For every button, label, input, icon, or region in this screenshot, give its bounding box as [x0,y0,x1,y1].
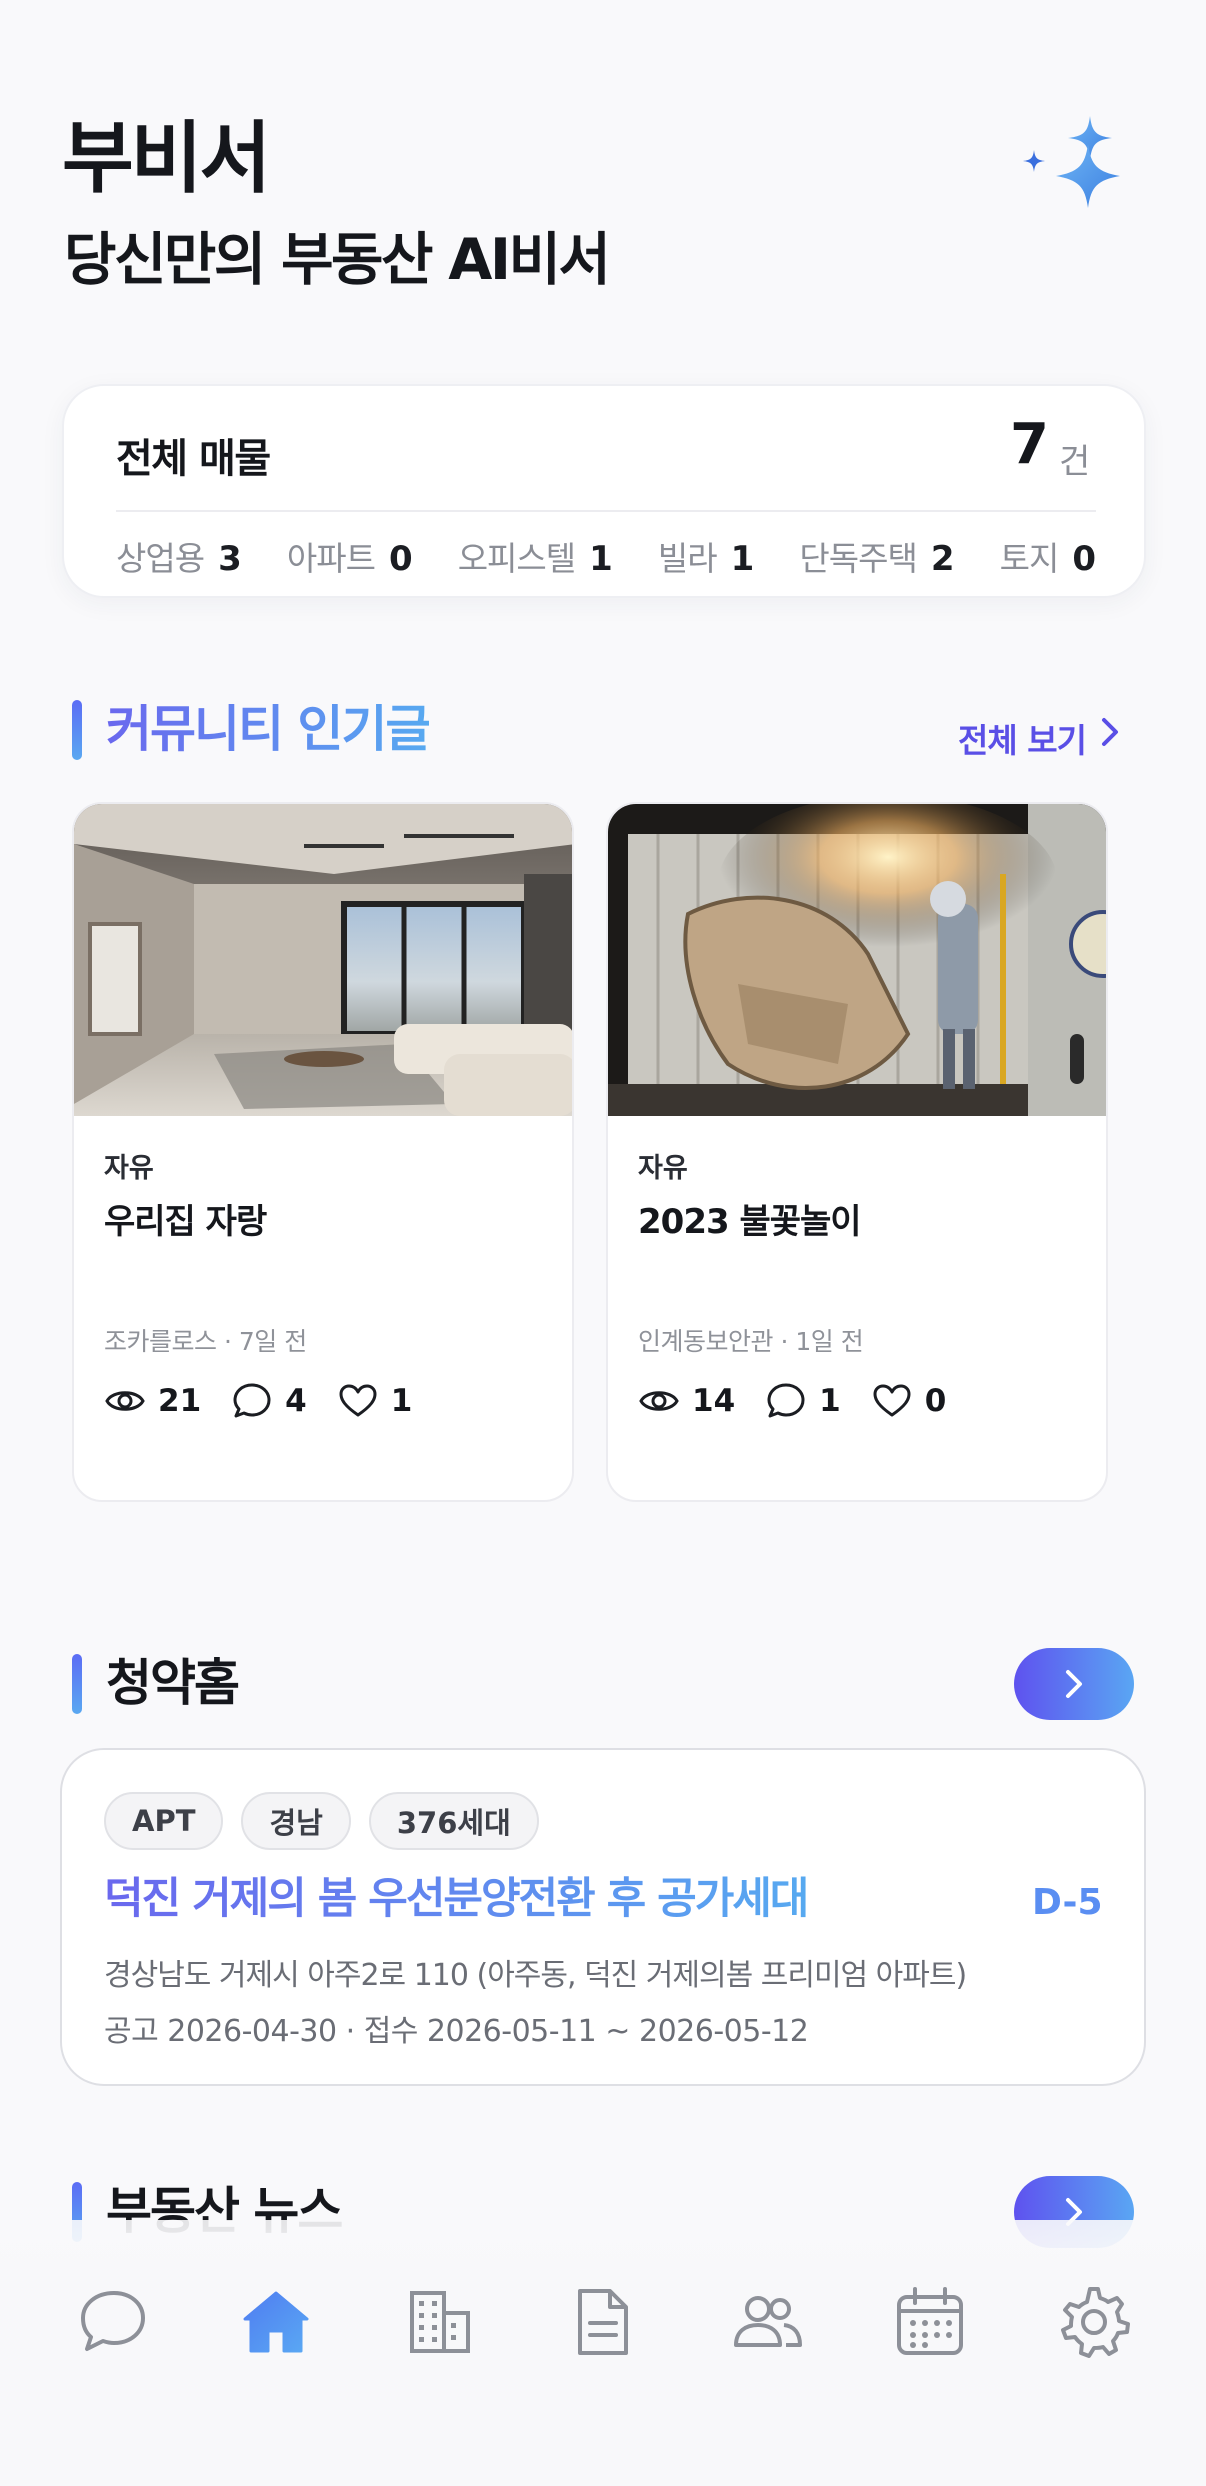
bottom-nav [0,2262,1206,2382]
comments-stat: 1 [765,1380,841,1422]
category-house[interactable]: 단독주택 2 [799,532,954,580]
app-title: 부비서 [62,114,271,204]
category-name: 상업용 [116,539,205,578]
post-meta: 조카를로스 · 7일 전 [104,1327,307,1356]
total-listings-card[interactable]: 전체 매물 7 건 상업용 3 아파트 0 오피스텔 1 빌라 1 단독주택 2 토지 0 [62,384,1146,598]
views-count: 21 [158,1383,202,1419]
comments-count: 4 [285,1383,307,1419]
divider [116,510,1096,512]
category-count: 3 [218,539,242,579]
category-count: 0 [388,539,413,579]
post-stats: 21 4 1 [104,1380,442,1422]
post-card[interactable]: 자유 2023 불꽃놀이 인계동보안관 · 1일 전 14 1 0 [606,802,1108,1502]
views-stat: 14 [638,1380,735,1422]
category-name: 오피스텔 [457,539,576,578]
welding-sparks-photo [608,804,1106,1116]
nav-chat[interactable] [64,2274,160,2370]
tag-list: APT 경남 376세대 [104,1792,539,1850]
chevron-right-icon[interactable] [1098,712,1122,752]
comment-icon [767,1383,805,1418]
nav-community[interactable] [719,2274,815,2370]
eye-icon [105,1391,145,1411]
category-commercial[interactable]: 상업용 3 [116,532,242,580]
app-subtitle: 당신만의 부동산 AI비서 [64,227,611,293]
total-listings-count: 7 [1010,412,1049,477]
post-stats: 14 1 0 [638,1380,976,1422]
gear-icon [1061,2287,1131,2358]
chevron-right-icon [1066,1670,1082,1698]
nav-calendar[interactable] [882,2274,978,2370]
category-count: 0 [1072,539,1096,579]
category-count: 2 [930,539,955,579]
subscription-dates: 공고 2026-04-30 · 접수 2026-05-11 ~ 2026-05-… [104,2014,809,2049]
sparkle-stars-icon[interactable] [1020,110,1140,210]
section-accent-bar [72,1654,82,1714]
likes-stat[interactable]: 0 [871,1380,947,1422]
view-all-link[interactable]: 전체 보기 [958,714,1087,762]
views-count: 14 [692,1383,736,1419]
comments-count: 1 [819,1383,841,1419]
post-category: 자유 [104,1153,154,1184]
post-meta: 인계동보안관 · 1일 전 [638,1327,864,1356]
total-listings-unit: 건 [1059,442,1091,482]
nav-settings[interactable] [1046,2274,1142,2370]
category-officetel[interactable]: 오피스텔 1 [458,532,613,580]
post-title: 2023 불꽃놀이 [638,1202,862,1242]
section-accent-bar [72,700,82,760]
heart-icon[interactable] [337,1380,379,1422]
views-stat: 21 [104,1380,201,1422]
subscription-more-button[interactable] [1014,1648,1134,1720]
category-count: 1 [589,539,613,579]
category-villa[interactable]: 빌라 1 [658,532,754,580]
document-icon [577,2289,628,2355]
calendar-icon [897,2287,964,2355]
subscription-address: 경상남도 거제시 아주2로 110 (아주동, 덕진 거제의봄 프리미엄 아파트… [104,1958,967,1993]
nav-documents[interactable] [555,2274,651,2370]
category-counts: 상업용 3 아파트 0 오피스텔 1 빌라 1 단독주택 2 토지 0 [116,532,1096,580]
category-name: 토지 [999,539,1060,578]
community-section-title: 커뮤니티 인기글 [106,700,431,758]
subscription-item-title: 덕진 거제의 봄 우선분양전환 후 공가세대 [104,1874,809,1924]
category-count: 1 [730,539,755,579]
category-name: 단독주택 [799,539,917,578]
dday-badge: D-5 [1032,1882,1103,1923]
post-category: 자유 [638,1153,688,1184]
category-name: 아파트 [286,539,376,578]
comments-stat: 4 [231,1380,307,1422]
post-title: 우리집 자랑 [104,1202,267,1242]
post-card[interactable]: 자유 우리집 자랑 조카를로스 · 7일 전 21 4 1 [72,802,574,1502]
chat-icon [80,2291,145,2351]
users-icon [733,2296,802,2347]
tag-region: 경남 [241,1792,351,1850]
nav-home[interactable] [228,2274,324,2370]
category-apartment[interactable]: 아파트 0 [287,532,413,580]
likes-stat[interactable]: 1 [337,1380,413,1422]
category-name: 빌라 [657,539,718,578]
living-room-photo [74,804,572,1116]
total-listings-label: 전체 매물 [116,436,271,482]
category-land[interactable]: 토지 0 [1000,532,1096,580]
comment-icon [233,1383,271,1418]
eye-icon [639,1391,679,1411]
nav-buildings[interactable] [391,2274,487,2370]
tag-households: 376세대 [368,1792,539,1850]
building-icon [410,2291,471,2353]
subscription-card[interactable]: APT 경남 376세대 덕진 거제의 봄 우선분양전환 후 공가세대 D-5 … [60,1748,1146,2086]
likes-count: 1 [390,1383,413,1419]
subscription-section-title: 청약홈 [106,1654,240,1712]
home-icon [243,2291,309,2353]
heart-icon[interactable] [871,1380,913,1422]
tag-type: APT [104,1792,224,1850]
likes-count: 0 [924,1383,947,1419]
